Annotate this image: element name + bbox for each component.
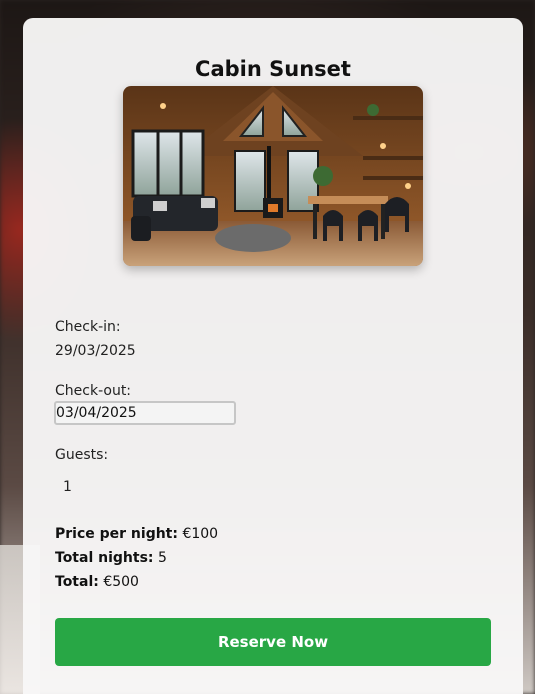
guests-value[interactable]: 1 <box>63 478 72 496</box>
cabin-photo <box>123 86 423 266</box>
checkout-label: Check-out: <box>55 383 132 399</box>
total-line: Total: €500 <box>55 573 139 591</box>
checkout-date-input[interactable]: 03/04/2025 <box>54 401 236 425</box>
price-per-night-line: Price per night: €100 <box>55 525 218 543</box>
booking-card: Cabin Sunset Check-in: 29/03/2025 Check-… <box>23 18 523 694</box>
total-nights-line: Total nights: 5 <box>55 549 167 567</box>
listing-title: Cabin Sunset <box>195 57 351 81</box>
guests-label: Guests: <box>55 447 109 463</box>
reserve-now-button[interactable]: Reserve Now <box>55 618 491 666</box>
price-per-night-value: €100 <box>182 526 219 542</box>
checkin-value: 29/03/2025 <box>55 343 136 359</box>
total-nights-label: Total nights: <box>55 550 154 566</box>
total-nights-value: 5 <box>157 550 167 566</box>
total-label: Total: <box>55 574 99 590</box>
total-value: €500 <box>103 574 139 590</box>
price-per-night-label: Price per night: <box>55 526 178 542</box>
checkin-label: Check-in: <box>55 319 121 335</box>
